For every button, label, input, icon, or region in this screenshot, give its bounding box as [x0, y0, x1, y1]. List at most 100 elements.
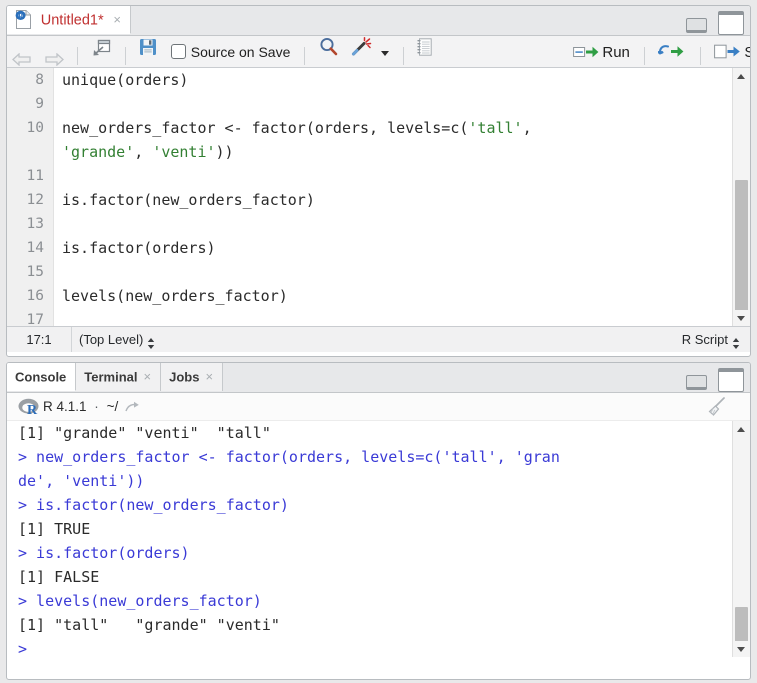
line-number: 17 [26, 312, 44, 326]
checkbox-box[interactable] [170, 44, 186, 60]
code-line[interactable]: unique(orders) [54, 68, 733, 92]
broom-icon[interactable] [704, 397, 726, 417]
scroll-down-icon[interactable] [733, 641, 750, 657]
line-number: 10 [26, 120, 44, 136]
editor-window-controls [686, 11, 744, 35]
scroll-up-icon[interactable] [733, 421, 750, 437]
popout-arrow-icon[interactable] [125, 395, 140, 422]
scope-selector[interactable]: (Top Level) [79, 327, 155, 352]
code-line[interactable] [54, 92, 733, 116]
toolbar-divider [77, 46, 79, 65]
line-number: 9 [35, 96, 44, 112]
code-line[interactable]: is.factor(orders) [54, 236, 733, 260]
toolbar-divider [402, 46, 404, 65]
maximize-icon[interactable] [718, 368, 744, 392]
toolbar-divider [699, 46, 701, 65]
editor-toolbar: Source on Save Run [7, 36, 750, 68]
source-on-save-checkbox[interactable]: Source on Save [166, 36, 296, 67]
chevron-down-icon[interactable] [380, 51, 389, 57]
code-line[interactable] [54, 212, 733, 236]
code-line[interactable] [54, 260, 733, 284]
notebook-icon[interactable] [412, 36, 437, 67]
code-line[interactable] [54, 164, 733, 188]
editor-gutter: 8 9 10 11 12 13 14 15 16 17 [7, 68, 54, 326]
toolbar-divider [304, 46, 305, 65]
console-header: R R 4.1.1 · ~/ [7, 393, 750, 421]
minimize-icon[interactable] [686, 18, 708, 33]
maximize-icon[interactable] [718, 11, 744, 35]
console-tab-terminal[interactable]: Terminal × [76, 363, 162, 391]
working-directory-label[interactable]: ~/ [107, 399, 119, 414]
rerun-icon[interactable] [653, 36, 691, 67]
editor-scrollbar-thumb[interactable] [735, 180, 748, 320]
console-tabstrip: Console Terminal × Jobs × [7, 363, 750, 393]
close-icon[interactable]: × [205, 363, 213, 391]
console-output-area[interactable]: [1] "grande" "venti" "tall" > new_orders_… [7, 421, 750, 657]
code-line[interactable] [54, 308, 733, 326]
console-output-line: [1] FALSE [18, 568, 100, 586]
editor-tab-untitled1[interactable]: R Untitled1* × [7, 6, 131, 34]
toolbar-divider [124, 46, 126, 65]
run-label: Run [602, 44, 630, 62]
code-text: unique(orders) [62, 71, 189, 89]
r-logo-icon: R [18, 398, 39, 418]
tab-label: Terminal [84, 369, 138, 385]
chevron-updown-icon[interactable] [732, 333, 740, 350]
code-string: 'grande' [62, 143, 135, 161]
console-input-line: > is.factor(new_orders_factor) [18, 496, 289, 514]
rstudio-window: R Untitled1* × Source on Save Run 8 9 10… [0, 0, 757, 683]
source-on-save-label: Source on Save [190, 44, 291, 61]
show-in-new-window-icon[interactable] [87, 36, 116, 67]
console-output-line: [1] "tall" "grande" "venti" [18, 616, 280, 634]
magic-wand-icon[interactable] [346, 36, 394, 67]
chevron-updown-icon[interactable] [147, 333, 155, 350]
source-button[interactable]: Source [709, 36, 750, 67]
console-input-line: > is.factor(orders) [18, 544, 190, 562]
scroll-down-icon[interactable] [733, 310, 750, 326]
code-text: , [522, 119, 532, 137]
console-tab-jobs[interactable]: Jobs × [161, 363, 224, 391]
svg-text:R: R [27, 403, 38, 416]
code-line[interactable]: new_orders_factor <- factor(orders, leve… [54, 116, 733, 140]
console-input-line: de', 'venti')) [18, 472, 145, 490]
console-session-info: R 4.1.1 · ~/ [43, 393, 140, 420]
r-script-file-icon: R [15, 9, 32, 29]
line-number: 14 [26, 240, 44, 256]
cursor-position: 17:1 [7, 327, 72, 352]
back-arrow-icon[interactable] [7, 36, 36, 67]
search-icon[interactable] [314, 36, 343, 67]
console-scrollbar-thumb[interactable] [735, 607, 748, 643]
run-button[interactable]: Run [568, 36, 635, 67]
code-text: , [134, 143, 153, 161]
line-number: 13 [26, 216, 44, 232]
console-window-controls [686, 368, 744, 392]
code-line[interactable]: is.factor(new_orders_factor) [54, 188, 733, 212]
console-tab-console[interactable]: Console [7, 363, 77, 391]
code-line[interactable]: levels(new_orders_factor) [54, 284, 733, 308]
console-scrollbar[interactable] [732, 421, 750, 657]
save-disk-icon[interactable] [134, 36, 162, 67]
close-icon[interactable]: × [144, 363, 152, 391]
editor-scrollbar[interactable] [732, 68, 750, 326]
line-number: 8 [35, 72, 44, 88]
close-icon[interactable]: × [113, 6, 121, 34]
console-output-line: [1] "grande" "venti" "tall" [18, 424, 271, 442]
forward-arrow-icon[interactable] [40, 36, 69, 67]
console-lines[interactable]: [1] "grande" "venti" "tall" > new_orders_… [7, 421, 733, 657]
code-line[interactable]: 'grande', 'venti')) [54, 140, 733, 164]
code-text: new_orders_factor <- factor(orders, leve… [62, 119, 469, 137]
file-type-selector[interactable]: R Script [682, 327, 740, 352]
line-number: 16 [26, 288, 44, 304]
line-number: 12 [26, 192, 44, 208]
editor-lines[interactable]: unique(orders) new_orders_factor <- fact… [54, 68, 733, 326]
code-string: 'venti' [152, 143, 216, 161]
source-editor-pane: R Untitled1* × Source on Save Run 8 9 10… [6, 5, 751, 357]
editor-code-area[interactable]: 8 9 10 11 12 13 14 15 16 17 unique(orders) new_or… [7, 68, 750, 326]
file-type-label: R Script [681, 332, 728, 347]
source-label: Source [744, 44, 750, 61]
code-text: is.factor(new_orders_factor) [62, 191, 315, 209]
minimize-icon[interactable] [686, 375, 708, 390]
scroll-up-icon[interactable] [733, 68, 750, 84]
toolbar-divider [643, 46, 645, 65]
r-version-label: R 4.1.1 [43, 399, 87, 414]
